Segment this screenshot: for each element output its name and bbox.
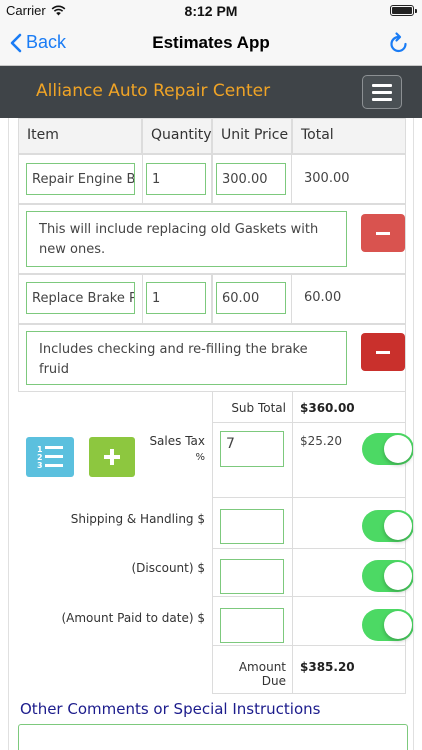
discount-toggle[interactable] xyxy=(362,560,414,592)
line-items-list-button[interactable]: 1 2 3 xyxy=(26,437,74,477)
svg-text:3: 3 xyxy=(37,461,43,470)
shipping-label: Shipping & Handling $ xyxy=(70,512,205,526)
battery-icon xyxy=(390,5,417,16)
unit-price-input[interactable]: 60.00 xyxy=(216,282,286,314)
item-description-input[interactable]: This will include replacing old Gaskets … xyxy=(26,211,347,267)
amount-due-value: $385.20 xyxy=(300,660,355,674)
quantity-input[interactable]: 1 xyxy=(146,163,206,195)
line-total: 300.00 xyxy=(304,171,350,186)
numbered-list-icon: 1 2 3 xyxy=(37,445,63,470)
discount-input[interactable] xyxy=(220,559,284,594)
hamburger-icon-bar xyxy=(372,97,392,101)
item-description-input[interactable]: Includes checking and re-filling the bra… xyxy=(26,331,347,385)
shipping-toggle[interactable] xyxy=(362,510,414,542)
item-name-input[interactable]: Repair Engine Bloc xyxy=(26,163,135,195)
sales-tax-unit: % xyxy=(195,452,205,463)
add-line-button[interactable] xyxy=(89,437,135,477)
column-header-total: Total xyxy=(292,118,406,154)
status-bar: Carrier 8:12 PM xyxy=(0,0,422,22)
comments-input[interactable] xyxy=(18,724,408,750)
quantity-input[interactable]: 1 xyxy=(146,282,206,314)
sales-tax-label: Sales Tax xyxy=(149,434,205,448)
delete-line-button[interactable] xyxy=(361,333,405,371)
refresh-button[interactable] xyxy=(388,31,410,60)
menu-button[interactable] xyxy=(362,75,402,109)
discount-label: (Discount) $ xyxy=(131,561,206,575)
sales-tax-input[interactable]: 7 xyxy=(220,431,284,467)
nav-title: Estimates App xyxy=(152,33,270,52)
hamburger-icon-bar xyxy=(372,83,392,87)
estimate-form: Item Quantity Unit Price Total Repair En… xyxy=(0,118,422,750)
amount-due-label: Amount Due xyxy=(238,660,286,688)
hamburger-icon-bar xyxy=(372,90,392,94)
sales-tax-toggle[interactable] xyxy=(362,433,414,465)
minus-icon xyxy=(376,231,390,235)
subtotal-label: Sub Total xyxy=(231,401,286,415)
app-header: Alliance Auto Repair Center xyxy=(0,66,422,118)
amount-paid-toggle[interactable] xyxy=(362,609,414,641)
comments-section-title: Other Comments or Special Instructions xyxy=(20,700,321,718)
line-total: 60.00 xyxy=(304,290,342,305)
shipping-input[interactable] xyxy=(220,509,284,544)
navigation-bar: Back Estimates App xyxy=(0,22,422,66)
amount-paid-input[interactable] xyxy=(220,608,284,643)
subtotal-value: $360.00 xyxy=(300,401,355,415)
sales-tax-amount: $25.20 xyxy=(300,434,342,448)
column-header-item: Item xyxy=(18,118,142,154)
delete-line-button[interactable] xyxy=(361,214,405,252)
item-name-input[interactable]: Replace Brake Pac xyxy=(26,282,135,314)
brand-name[interactable]: Alliance Auto Repair Center xyxy=(36,81,270,101)
minus-icon xyxy=(376,350,390,354)
unit-price-input[interactable]: 300.00 xyxy=(216,163,286,195)
refresh-icon xyxy=(390,32,407,53)
plus-icon xyxy=(104,449,120,465)
column-header-quantity: Quantity xyxy=(142,118,212,154)
amount-paid-label: (Amount Paid to date) $ xyxy=(61,611,205,625)
column-header-unit-price: Unit Price xyxy=(212,118,292,154)
status-time: 8:12 PM xyxy=(184,3,238,19)
